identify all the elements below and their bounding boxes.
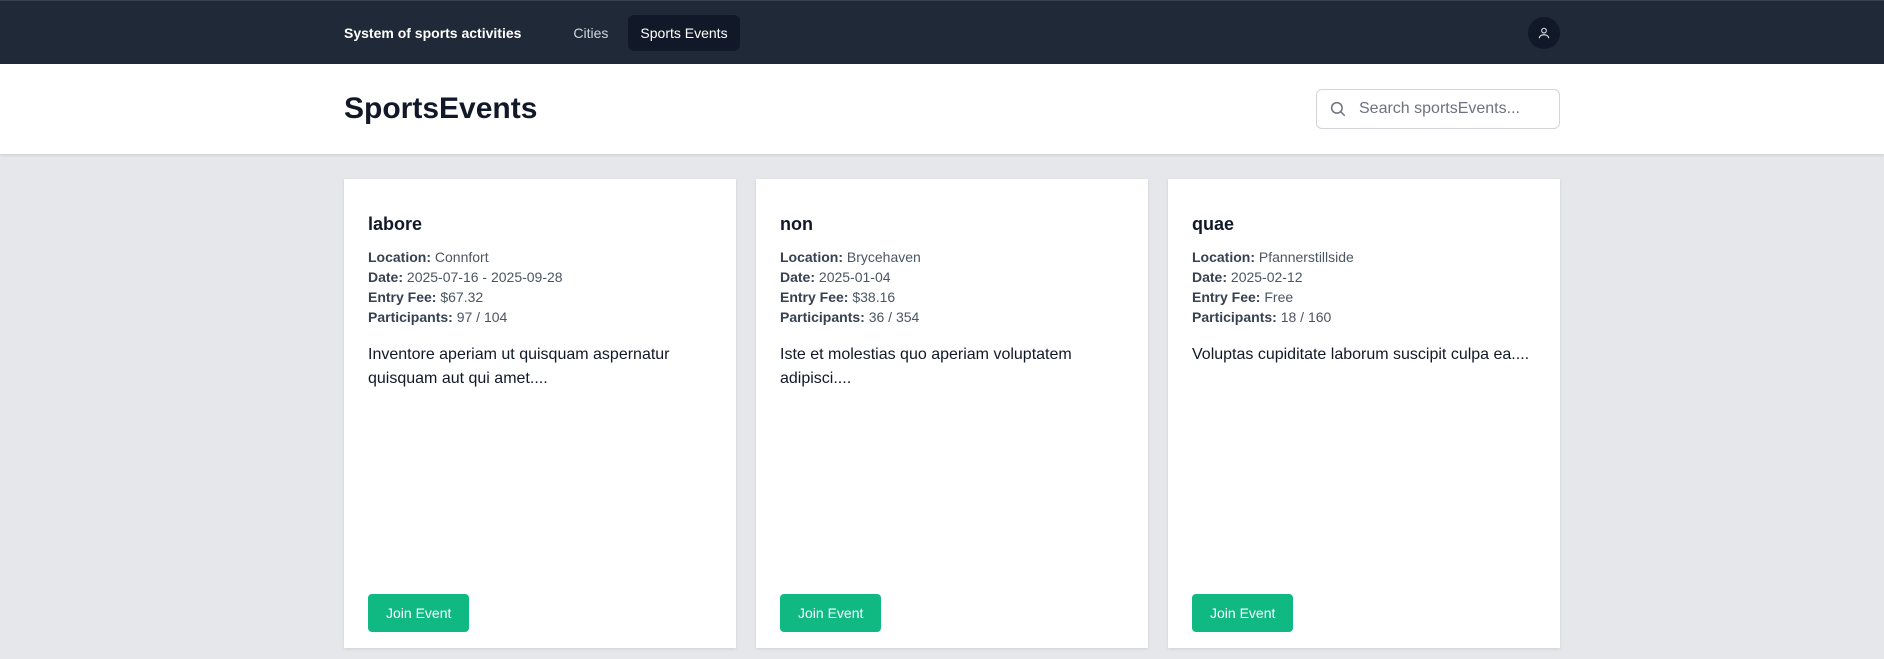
navbar-inner: System of sports activities Cities Sport…: [344, 1, 1560, 65]
event-title: non: [780, 214, 813, 234]
event-entry-fee: Entry Fee: $38.16: [780, 287, 1124, 307]
brand-title[interactable]: System of sports activities: [344, 25, 521, 41]
location-value: Pfannerstillside: [1258, 249, 1354, 265]
event-location: Location: Brycehaven: [780, 247, 1124, 267]
date-label: Date:: [1192, 269, 1228, 285]
date-label: Date:: [368, 269, 404, 285]
entry-fee-label: Entry Fee:: [368, 289, 437, 305]
event-date: Date: 2025-01-04: [780, 267, 1124, 287]
participants-value: 18 / 160: [1280, 309, 1332, 325]
participants-label: Participants:: [780, 309, 865, 325]
user-icon: [1538, 27, 1550, 39]
event-card: labore Location: Connfort Date: 2025-07-…: [344, 179, 736, 648]
date-value: 2025-02-12: [1230, 269, 1303, 285]
join-event-button[interactable]: Join Event: [780, 594, 882, 632]
user-menu-button[interactable]: [1528, 17, 1560, 49]
entry-fee-value: $38.16: [852, 289, 896, 305]
event-location: Location: Pfannerstillside: [1192, 247, 1536, 267]
location-label: Location:: [368, 249, 431, 265]
entry-fee-value: $67.32: [440, 289, 484, 305]
entry-fee-label: Entry Fee:: [1192, 289, 1261, 305]
page-header-inner: SportsEvents: [344, 64, 1560, 154]
participants-label: Participants:: [368, 309, 453, 325]
join-event-button[interactable]: Join Event: [1192, 594, 1294, 632]
date-value: 2025-01-04: [818, 269, 891, 285]
location-value: Connfort: [434, 249, 489, 265]
event-description: Iste et molestias quo aperiam voluptatem…: [780, 346, 1072, 387]
event-description: Inventore aperiam ut quisquam aspernatur…: [368, 346, 670, 387]
event-entry-fee: Entry Fee: Free: [1192, 287, 1536, 307]
event-location: Location: Connfort: [368, 247, 712, 267]
participants-value: 36 / 354: [868, 309, 920, 325]
participants-label: Participants:: [1192, 309, 1277, 325]
date-value: 2025-07-16 - 2025-09-28: [406, 269, 563, 285]
event-participants: Participants: 36 / 354: [780, 307, 1124, 327]
location-value: Brycehaven: [846, 249, 921, 265]
event-date: Date: 2025-02-12: [1192, 267, 1536, 287]
event-card-list: labore Location: Connfort Date: 2025-07-…: [344, 179, 1560, 648]
page-title: SportsEvents: [344, 92, 538, 125]
event-card: quae Location: Pfannerstillside Date: 20…: [1168, 179, 1560, 648]
event-description: Voluptas cupiditate laborum suscipit cul…: [1192, 346, 1530, 363]
search-box[interactable]: [1316, 89, 1560, 129]
location-label: Location:: [780, 249, 843, 265]
search-icon: [1330, 101, 1346, 117]
event-title: quae: [1192, 214, 1235, 234]
entry-fee-value: Free: [1264, 289, 1294, 305]
event-entry-fee: Entry Fee: $67.32: [368, 287, 712, 307]
participants-value: 97 / 104: [456, 309, 508, 325]
event-participants: Participants: 18 / 160: [1192, 307, 1536, 327]
entry-fee-label: Entry Fee:: [780, 289, 849, 305]
date-label: Date:: [780, 269, 816, 285]
search-input[interactable]: [1357, 99, 1541, 119]
join-event-button[interactable]: Join Event: [368, 594, 470, 632]
page-header: SportsEvents: [0, 64, 1884, 154]
event-card: non Location: Brycehaven Date: 2025-01-0…: [756, 179, 1148, 648]
event-date: Date: 2025-07-16 - 2025-09-28: [368, 267, 712, 287]
nav-link-cities[interactable]: Cities: [561, 15, 620, 51]
event-title: labore: [368, 214, 423, 234]
top-navbar: System of sports activities Cities Sport…: [0, 0, 1884, 64]
event-participants: Participants: 97 / 104: [368, 307, 712, 327]
nav-link-sports-events[interactable]: Sports Events: [628, 15, 740, 51]
location-label: Location:: [1192, 249, 1255, 265]
